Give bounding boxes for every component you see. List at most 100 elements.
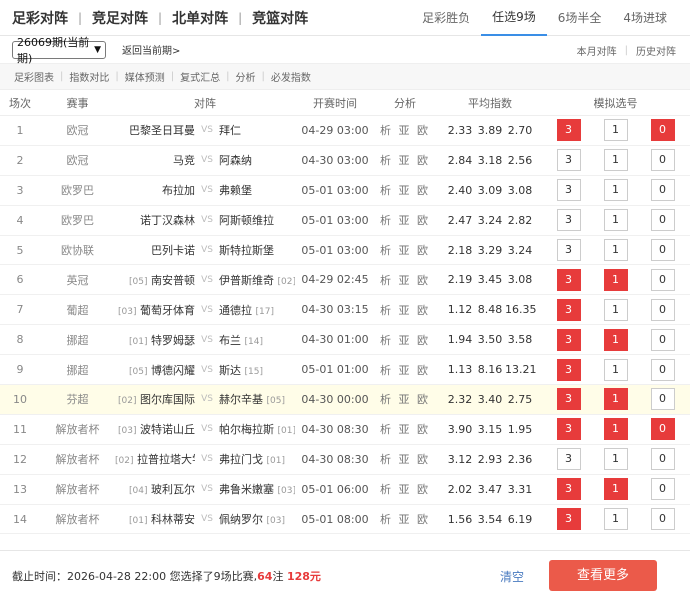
- league-name[interactable]: 欧协联: [40, 242, 115, 258]
- nav-jingzu[interactable]: 竞足对阵: [92, 8, 148, 28]
- pick-draw-button[interactable]: 1: [603, 239, 628, 261]
- league-name[interactable]: 欧冠: [40, 152, 115, 168]
- pick-lose-button[interactable]: 0: [650, 149, 675, 172]
- pick-lose-button[interactable]: 0: [650, 209, 675, 232]
- league-name[interactable]: 解放者杯: [40, 481, 115, 497]
- home-team[interactable]: 马竞: [115, 152, 195, 168]
- pick-win-button[interactable]: 3: [556, 268, 581, 291]
- analysis-links[interactable]: 析 亚 欧: [375, 362, 435, 378]
- away-team[interactable]: 帕尔梅拉斯 [01]: [219, 421, 295, 437]
- pick-lose-button[interactable]: 0: [650, 119, 675, 142]
- subnav-summary[interactable]: 复式汇总: [180, 69, 220, 84]
- tab-shengfu[interactable]: 足彩胜负: [411, 0, 481, 36]
- pick-win-button[interactable]: 3: [556, 388, 581, 411]
- tab-renxuan9[interactable]: 任选9场: [481, 0, 547, 36]
- league-name[interactable]: 葡超: [40, 302, 115, 318]
- league-name[interactable]: 解放者杯: [40, 421, 115, 437]
- pick-lose-button[interactable]: 0: [650, 388, 675, 411]
- pick-lose-button[interactable]: 0: [650, 448, 675, 471]
- analysis-links[interactable]: 析 亚 欧: [375, 511, 435, 527]
- away-team[interactable]: 斯特拉斯堡: [219, 242, 295, 258]
- tab-jinqiu[interactable]: 4场进球: [612, 0, 678, 36]
- pick-lose-button[interactable]: 0: [650, 179, 675, 202]
- away-team[interactable]: 拜仁: [219, 122, 295, 138]
- league-name[interactable]: 挪超: [40, 362, 115, 378]
- home-team[interactable]: [04] 玻利瓦尔: [115, 481, 195, 497]
- home-team[interactable]: 布拉加: [115, 182, 195, 198]
- analysis-links[interactable]: 析 亚 欧: [375, 391, 435, 407]
- pick-draw-button[interactable]: 1: [603, 448, 628, 471]
- subnav-betfair[interactable]: 必发指数: [271, 69, 311, 84]
- subnav-analysis[interactable]: 分析: [236, 69, 256, 84]
- away-team[interactable]: 斯达 [15]: [219, 362, 295, 378]
- pick-draw-button[interactable]: 1: [603, 388, 628, 411]
- home-team[interactable]: 巴黎圣日耳曼: [115, 122, 195, 138]
- pick-draw-button[interactable]: 1: [603, 328, 628, 351]
- pick-win-button[interactable]: 3: [556, 418, 581, 441]
- subnav-charts[interactable]: 足彩图表: [14, 69, 54, 84]
- subnav-media-predict[interactable]: 媒体预测: [125, 69, 165, 84]
- analysis-links[interactable]: 析 亚 欧: [375, 122, 435, 138]
- home-team[interactable]: [01] 特罗姆瑟: [115, 332, 195, 348]
- pick-draw-button[interactable]: 1: [603, 298, 628, 321]
- home-team[interactable]: 诺丁汉森林: [115, 212, 195, 228]
- return-current-link[interactable]: 返回当前期>: [122, 42, 180, 57]
- away-team[interactable]: 阿斯顿维拉: [219, 212, 295, 228]
- history-matches-link[interactable]: 历史对阵: [636, 43, 676, 58]
- pick-lose-button[interactable]: 0: [650, 298, 675, 321]
- pick-lose-button[interactable]: 0: [650, 268, 675, 291]
- home-team[interactable]: [03] 波特诺山丘: [115, 421, 195, 437]
- away-team[interactable]: 伊普斯维奇 [02]: [219, 272, 295, 288]
- subnav-odds-compare[interactable]: 指数对比: [69, 69, 109, 84]
- away-team[interactable]: 赫尔辛基 [05]: [219, 391, 295, 407]
- away-team[interactable]: 弗拉门戈 [01]: [219, 451, 295, 467]
- pick-lose-button[interactable]: 0: [650, 478, 675, 501]
- period-select[interactable]: 26069期(当前期) ▼: [12, 36, 106, 65]
- clear-button[interactable]: 清空: [500, 568, 524, 585]
- home-team[interactable]: 巴列卡诺: [115, 242, 195, 258]
- league-name[interactable]: 解放者杯: [40, 511, 115, 527]
- pick-lose-button[interactable]: 0: [650, 358, 675, 381]
- pick-draw-button[interactable]: 1: [603, 119, 628, 142]
- league-name[interactable]: 挪超: [40, 332, 115, 348]
- league-name[interactable]: 解放者杯: [40, 451, 115, 467]
- pick-lose-button[interactable]: 0: [650, 239, 675, 261]
- league-name[interactable]: 芬超: [40, 391, 115, 407]
- nav-beidan[interactable]: 北单对阵: [172, 8, 228, 28]
- home-team[interactable]: [02] 图尔库国际: [115, 391, 195, 407]
- pick-win-button[interactable]: 3: [556, 239, 581, 261]
- league-name[interactable]: 欧罗巴: [40, 212, 115, 228]
- analysis-links[interactable]: 析 亚 欧: [375, 272, 435, 288]
- pick-win-button[interactable]: 3: [556, 478, 581, 501]
- pick-draw-button[interactable]: 1: [603, 149, 628, 172]
- pick-win-button[interactable]: 3: [556, 179, 581, 202]
- home-team[interactable]: [05] 南安普顿: [115, 272, 195, 288]
- pick-win-button[interactable]: 3: [556, 448, 581, 471]
- away-team[interactable]: 布兰 [14]: [219, 332, 295, 348]
- pick-win-button[interactable]: 3: [556, 508, 581, 531]
- monthly-matches-link[interactable]: 本月对阵: [577, 43, 617, 58]
- away-team[interactable]: 弗赖堡: [219, 182, 295, 198]
- home-team[interactable]: [05] 博德闪耀: [115, 362, 195, 378]
- nav-zucai[interactable]: 足彩对阵: [12, 8, 68, 28]
- home-team[interactable]: [01] 科林蒂安: [115, 511, 195, 527]
- pick-win-button[interactable]: 3: [556, 209, 581, 232]
- home-team[interactable]: [03] 葡萄牙体育: [115, 302, 195, 318]
- pick-draw-button[interactable]: 1: [603, 478, 628, 501]
- analysis-links[interactable]: 析 亚 欧: [375, 152, 435, 168]
- pick-win-button[interactable]: 3: [556, 358, 581, 381]
- analysis-links[interactable]: 析 亚 欧: [375, 421, 435, 437]
- pick-win-button[interactable]: 3: [556, 298, 581, 321]
- pick-draw-button[interactable]: 1: [603, 268, 628, 291]
- pick-draw-button[interactable]: 1: [603, 358, 628, 381]
- pick-draw-button[interactable]: 1: [603, 508, 628, 531]
- pick-lose-button[interactable]: 0: [650, 418, 675, 441]
- tab-banquan[interactable]: 6场半全: [547, 0, 613, 36]
- league-name[interactable]: 欧罗巴: [40, 182, 115, 198]
- analysis-links[interactable]: 析 亚 欧: [375, 451, 435, 467]
- away-team[interactable]: 弗鲁米嫩塞 [03]: [219, 481, 295, 497]
- league-name[interactable]: 欧冠: [40, 122, 115, 138]
- league-name[interactable]: 英冠: [40, 272, 115, 288]
- home-team[interactable]: [02] 拉普拉塔大学生: [115, 451, 195, 467]
- pick-draw-button[interactable]: 1: [603, 418, 628, 441]
